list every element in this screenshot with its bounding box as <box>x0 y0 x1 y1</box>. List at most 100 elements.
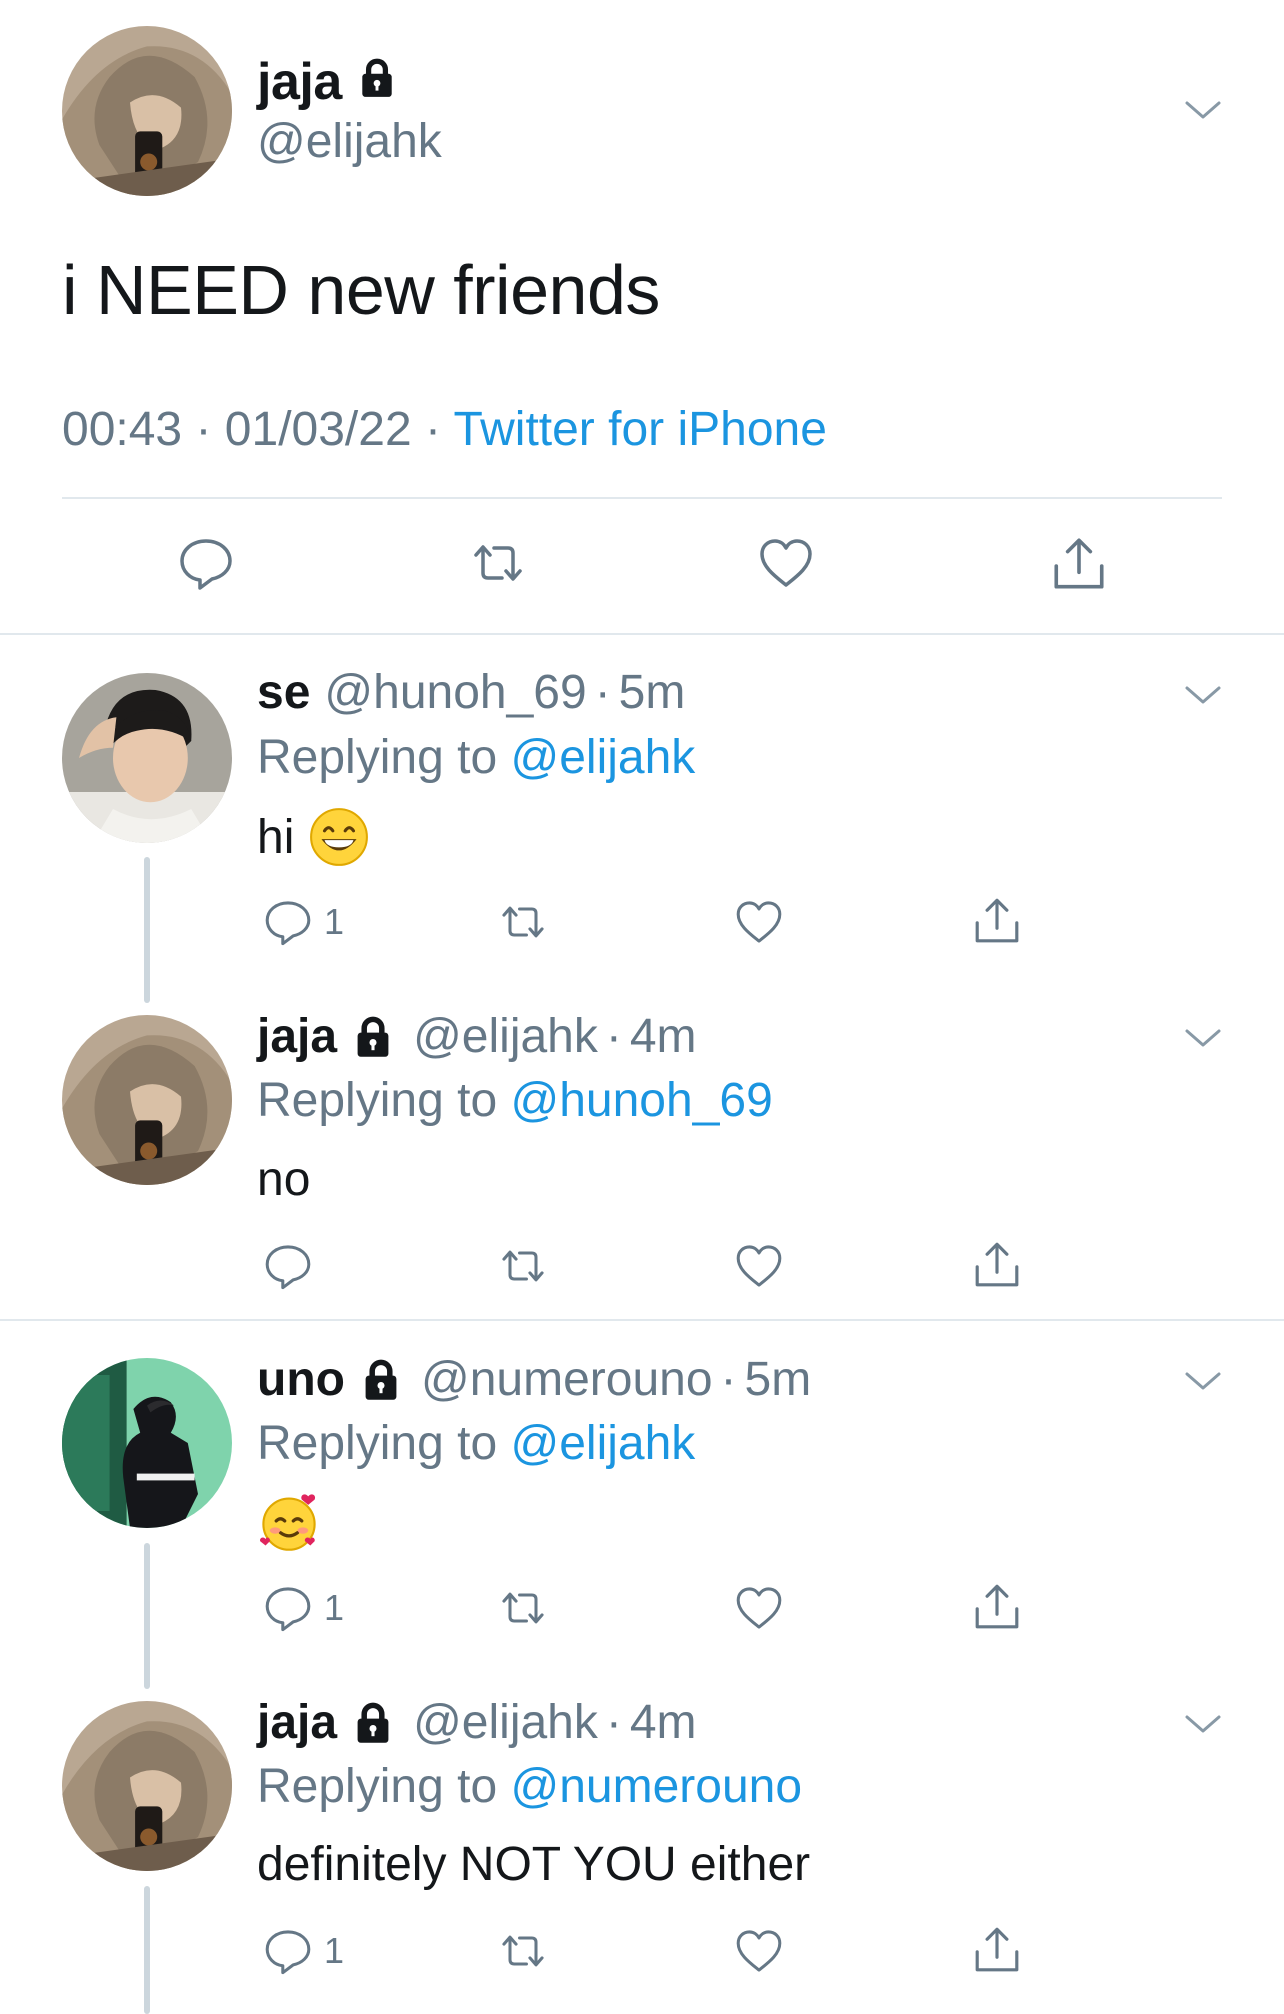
like-icon <box>733 1240 785 1292</box>
avatar-jaja[interactable] <box>62 26 232 196</box>
chevron-down-icon[interactable] <box>1183 1023 1223 1053</box>
tweet-meta: 00:43 · 01/03/22 · Twitter for iPhone <box>62 402 827 457</box>
retweet-button[interactable] <box>492 1240 554 1292</box>
reply-header: jaja @elijahk · 4m <box>257 1695 697 1750</box>
replying-to: Replying to @numerouno <box>257 1759 802 1814</box>
reply-icon <box>176 533 236 593</box>
reply-button[interactable]: 1 <box>262 1582 344 1634</box>
reply-text: definitely NOT YOU either <box>257 1837 810 1892</box>
retweet-button[interactable] <box>492 1582 554 1634</box>
like-button[interactable] <box>733 1240 785 1292</box>
share-button[interactable] <box>970 1238 1024 1292</box>
share-button[interactable] <box>1048 533 1110 595</box>
reply-button[interactable]: 1 <box>262 896 344 948</box>
meta-separator: · <box>605 1696 622 1749</box>
replying-to-link[interactable]: @hunoh_69 <box>510 1074 772 1127</box>
tweet-source-link[interactable]: Twitter for iPhone <box>453 403 827 456</box>
retweet-button[interactable] <box>492 1925 554 1977</box>
tweet-age: 4m <box>629 1010 697 1063</box>
reply-count: 1 <box>324 1587 345 1628</box>
replying-prefix: Replying to <box>257 731 498 784</box>
chevron-down-icon[interactable] <box>1183 1709 1223 1739</box>
handle[interactable]: @numerouno <box>421 1352 713 1407</box>
replying-to-link[interactable]: @elijahk <box>510 731 695 784</box>
lock-icon <box>359 1358 403 1402</box>
meta-separator: · <box>424 403 441 456</box>
meta-separator: · <box>605 1010 622 1063</box>
reply-button[interactable] <box>176 533 236 593</box>
divider <box>0 1319 1284 1321</box>
like-icon <box>756 533 816 593</box>
handle[interactable]: @elijahk <box>413 1009 598 1064</box>
grinning-face-emoji <box>308 806 370 868</box>
like-button[interactable] <box>733 1582 785 1634</box>
reply-count: 1 <box>324 1930 345 1971</box>
reply-body-text: hi <box>257 810 295 864</box>
tweet-time: 00:43 <box>62 403 183 456</box>
like-button[interactable] <box>756 533 816 593</box>
share-icon <box>970 1580 1024 1634</box>
share-icon <box>1048 533 1110 595</box>
reply-icon <box>262 1925 314 1977</box>
replying-prefix: Replying to <box>257 1074 498 1127</box>
share-button[interactable] <box>970 894 1024 948</box>
handle[interactable]: @elijahk <box>413 1695 598 1750</box>
author-display-name[interactable]: jaja <box>257 52 398 112</box>
retweet-button[interactable] <box>492 896 554 948</box>
like-icon <box>733 896 785 948</box>
divider <box>0 633 1284 635</box>
lock-icon <box>351 1701 395 1745</box>
share-button[interactable] <box>970 1923 1024 1977</box>
display-name: jaja <box>257 53 342 111</box>
display-name[interactable]: se <box>257 665 310 720</box>
replying-prefix: Replying to <box>257 1417 498 1470</box>
tweet-age: 5m <box>744 1353 812 1406</box>
tweet-text: i NEED new friends <box>62 251 660 329</box>
share-icon <box>970 1238 1024 1292</box>
replying-to: Replying to @hunoh_69 <box>257 1073 773 1128</box>
like-button[interactable] <box>733 896 785 948</box>
meta-separator: · <box>195 403 212 456</box>
thread-line <box>144 1543 150 1689</box>
chevron-down-icon[interactable] <box>1183 95 1223 125</box>
reply-count: 1 <box>324 901 345 942</box>
share-icon <box>970 1923 1024 1977</box>
display-name[interactable]: jaja <box>257 1009 337 1064</box>
reply-body-text: no <box>257 1153 311 1206</box>
reply-header: se @hunoh_69 · 5m <box>257 665 685 720</box>
smiling-face-with-hearts-emoji <box>257 1490 321 1554</box>
reply-header: jaja @elijahk · 4m <box>257 1009 697 1064</box>
retweet-icon <box>492 1582 554 1634</box>
reply-text <box>257 1490 321 1554</box>
avatar-se[interactable] <box>62 673 232 843</box>
avatar-jaja[interactable] <box>62 1015 232 1185</box>
retweet-button[interactable] <box>462 533 534 593</box>
avatar-jaja[interactable] <box>62 1701 232 1871</box>
reply-button[interactable]: 1 <box>262 1925 344 1977</box>
replying-to: Replying to @elijahk <box>257 730 695 785</box>
reply-header: uno @numerouno · 5m <box>257 1352 811 1407</box>
reply-text: hi <box>257 806 370 868</box>
like-icon <box>733 1925 785 1977</box>
chevron-down-icon[interactable] <box>1183 1366 1223 1396</box>
replying-to-link[interactable]: @elijahk <box>510 1417 695 1470</box>
handle[interactable]: @hunoh_69 <box>324 665 586 720</box>
share-button[interactable] <box>970 1580 1024 1634</box>
avatar-uno[interactable] <box>62 1358 232 1528</box>
display-name[interactable]: uno <box>257 1352 345 1407</box>
replying-to: Replying to @elijahk <box>257 1416 695 1471</box>
like-button[interactable] <box>733 1925 785 1977</box>
retweet-icon <box>462 533 534 593</box>
meta-separator: · <box>594 666 611 719</box>
lock-icon <box>356 52 398 112</box>
tweet-date: 01/03/22 <box>224 403 412 456</box>
meta-separator: · <box>720 1353 737 1406</box>
author-handle[interactable]: @elijahk <box>257 114 442 169</box>
display-name[interactable]: jaja <box>257 1695 337 1750</box>
replying-to-link[interactable]: @numerouno <box>510 1760 802 1813</box>
replying-prefix: Replying to <box>257 1760 498 1813</box>
retweet-icon <box>492 896 554 948</box>
reply-button[interactable] <box>262 1240 314 1292</box>
reply-icon <box>262 1582 314 1634</box>
chevron-down-icon[interactable] <box>1183 680 1223 710</box>
